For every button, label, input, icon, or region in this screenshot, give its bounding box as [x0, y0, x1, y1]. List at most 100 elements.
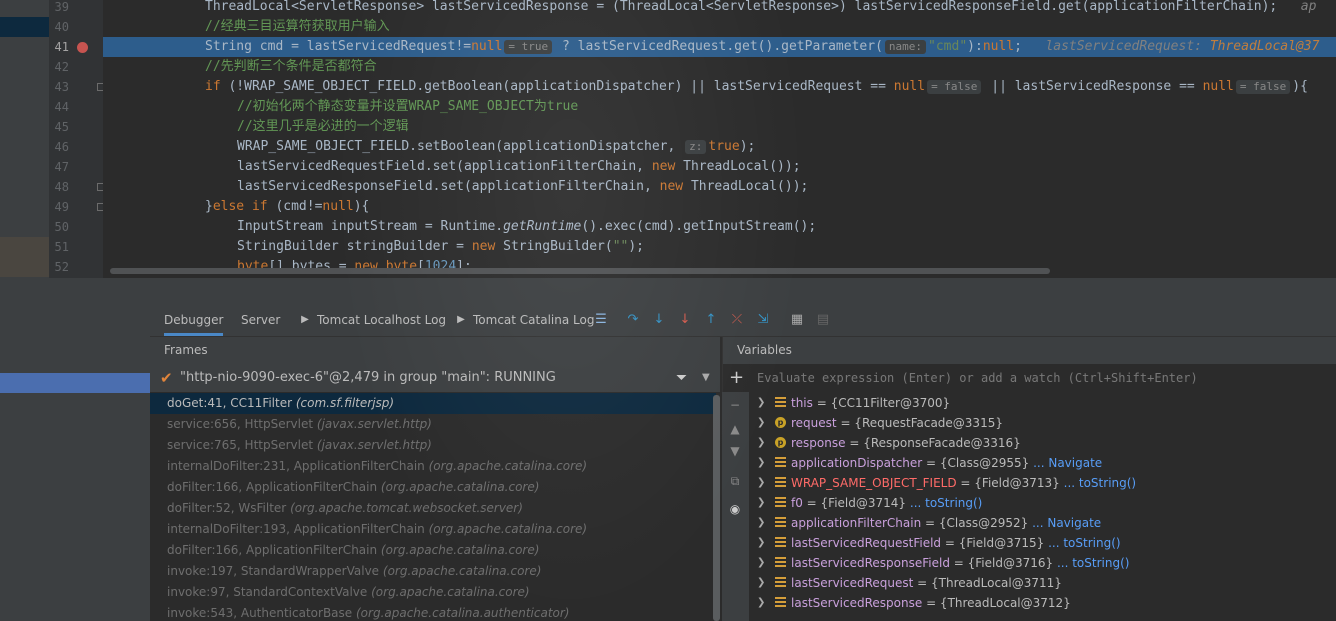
frame-item[interactable]: service:765, HttpServlet (javax.servlet.… — [150, 435, 716, 456]
parameter-icon: p — [775, 417, 786, 428]
code-text: ? lastServicedRequest.get().getParameter… — [554, 39, 883, 54]
eye-icon[interactable]: ◉ — [728, 502, 742, 516]
thread-selector[interactable]: ✔ "http-nio-9090-exec-6"@2,479 in group … — [150, 364, 720, 393]
move-up-icon[interactable]: ▲ — [728, 422, 742, 436]
frame-item[interactable]: internalDoFilter:231, ApplicationFilterC… — [150, 456, 716, 477]
frame-method: service:656, HttpServlet — [167, 417, 314, 431]
add-watch-icon[interactable]: + — [729, 364, 744, 392]
chevron-right-icon[interactable]: ❯ — [757, 493, 765, 513]
code-comment: //经典三目运算符获取用户输入 — [205, 19, 390, 34]
evaluate-icon[interactable]: ▦ — [790, 313, 804, 327]
frame-package: (com.sf.filterjsp) — [295, 396, 395, 410]
step-into-icon[interactable]: ↓ — [652, 313, 666, 327]
evaluate-expression-input[interactable]: + Evaluate expression (Enter) or add a w… — [722, 364, 1336, 393]
variable-name: this — [791, 396, 813, 410]
code-comment: //这里几乎是必进的一个逻辑 — [237, 119, 409, 134]
inline-value: ap — [1300, 0, 1317, 14]
frame-item[interactable]: invoke:543, AuthenticatorBase (org.apach… — [150, 603, 716, 621]
drop-frame-icon[interactable]: ⤫ — [730, 313, 744, 327]
chevron-right-icon[interactable]: ❯ — [757, 593, 765, 613]
run-to-cursor-icon[interactable]: ⇲ — [756, 313, 770, 327]
line-number: 43 — [54, 80, 69, 94]
filter-icon[interactable]: ⏷ — [676, 364, 687, 392]
tostring-link[interactable]: ... toString() — [1053, 556, 1129, 570]
project-selected-item[interactable] — [0, 17, 49, 37]
chevron-right-icon[interactable]: ❯ — [757, 413, 765, 433]
console-icon: ▶ — [301, 314, 309, 325]
chevron-right-icon[interactable]: ❯ — [757, 393, 765, 413]
frame-method: internalDoFilter:231, ApplicationFilterC… — [167, 459, 425, 473]
evaluate-placeholder: Evaluate expression (Enter) or add a wat… — [757, 371, 1198, 385]
chevron-right-icon[interactable]: ❯ — [757, 433, 765, 453]
code-text: (!WRAP_SAME_OBJECT_FIELD.getBoolean(appl… — [220, 79, 894, 94]
string-literal: "cmd" — [928, 39, 968, 54]
chevron-right-icon[interactable]: ❯ — [757, 513, 765, 533]
frame-method: invoke:97, StandardContextValve — [167, 585, 368, 599]
editor-horizontal-scrollbar[interactable] — [110, 268, 1050, 274]
frames-scrollbar[interactable] — [713, 395, 720, 621]
console-icon: ▶ — [457, 314, 465, 325]
code-text: ){ — [353, 199, 370, 214]
step-over-icon[interactable]: ↷ — [626, 313, 640, 327]
tab-tomcat-catalina-log[interactable]: Tomcat Catalina Log — [473, 305, 594, 336]
chevron-right-icon[interactable]: ❯ — [757, 473, 765, 493]
remove-icon[interactable]: − — [728, 398, 742, 412]
keyword: null — [471, 39, 503, 54]
field-icon — [775, 397, 786, 408]
navigate-link[interactable]: ... Navigate — [1028, 516, 1101, 530]
chevron-right-icon[interactable]: ❯ — [757, 573, 765, 593]
step-out-icon[interactable]: ↑ — [704, 313, 718, 327]
frame-item[interactable]: doFilter:52, WsFilter (org.apache.tomcat… — [150, 498, 716, 519]
code-text: lastServicedRequestField.set(application… — [237, 159, 652, 174]
code-line: lastServicedResponseField.set(applicatio… — [103, 177, 1336, 197]
line-number: 44 — [54, 100, 69, 114]
frame-item[interactable]: doFilter:166, ApplicationFilterChain (or… — [150, 540, 716, 561]
project-item[interactable] — [0, 237, 49, 277]
copy-icon[interactable]: ⧉ — [728, 474, 742, 488]
breakpoint-icon[interactable] — [77, 42, 88, 53]
tab-debugger[interactable]: Debugger — [164, 305, 224, 336]
inlay-hint: = true — [504, 40, 553, 54]
frame-item[interactable]: doFilter:166, ApplicationFilterChain (or… — [150, 477, 716, 498]
chevron-right-icon[interactable]: ❯ — [757, 553, 765, 573]
code-comment: //初始化两个静态变量并设置WRAP_SAME_OBJECT为true — [237, 99, 579, 114]
variable-entry: f0 = {Field@3714} ... toString() — [791, 493, 982, 513]
tostring-link[interactable]: ... toString() — [1044, 536, 1120, 550]
chevron-right-icon[interactable]: ❯ — [757, 453, 765, 473]
force-step-into-icon[interactable]: ↓ — [678, 313, 692, 327]
tab-server[interactable]: Server — [241, 305, 280, 336]
frame-item[interactable]: invoke:197, StandardWrapperValve (org.ap… — [150, 561, 716, 582]
variable-value: = {Field@3716} — [949, 556, 1054, 570]
tostring-link[interactable]: ... toString() — [1060, 476, 1136, 490]
code-line: InputStream inputStream = Runtime.getRun… — [103, 217, 1336, 237]
chevron-right-icon[interactable]: ❯ — [757, 533, 765, 553]
panel-divider[interactable] — [0, 278, 1336, 305]
frame-item[interactable]: doGet:41, CC11Filter (com.sf.filterjsp) — [150, 393, 716, 414]
frame-item[interactable]: service:656, HttpServlet (javax.servlet.… — [150, 414, 716, 435]
code-editor[interactable]: ThreadLocal<ServletResponse> lastService… — [103, 0, 1336, 278]
variable-value: = {RequestFacade@3315} — [836, 416, 1003, 430]
tab-tomcat-localhost-log[interactable]: Tomcat Localhost Log — [317, 305, 446, 336]
field-icon — [775, 457, 786, 468]
chevron-down-icon[interactable]: ▼ — [702, 364, 710, 392]
frame-item[interactable]: invoke:97, StandardContextValve (org.apa… — [150, 582, 716, 603]
line-number: 50 — [54, 220, 69, 234]
structure-selected-item[interactable] — [0, 373, 150, 393]
code-line-current: String cmd = lastServicedRequest!=null = … — [103, 37, 1336, 57]
frame-package: (javax.servlet.http) — [316, 417, 432, 431]
field-icon — [775, 477, 786, 488]
frame-item[interactable]: internalDoFilter:193, ApplicationFilterC… — [150, 519, 716, 540]
string-literal: "" — [612, 239, 629, 254]
code-text: lastServicedResponseField.set(applicatio… — [237, 179, 660, 194]
variable-name: lastServicedRequest — [791, 576, 914, 590]
keyword: new — [471, 239, 496, 254]
navigate-link[interactable]: ... Navigate — [1029, 456, 1102, 470]
variables-tree: ❯ this = {CC11Filter@3700} ❯ p request = {R… — [749, 392, 1336, 621]
menu-icon[interactable]: ☰ — [594, 313, 608, 327]
frames-header: Frames — [150, 337, 720, 364]
trace-icon[interactable]: ▤ — [816, 313, 830, 327]
field-icon — [775, 517, 786, 528]
tostring-link[interactable]: ... toString() — [906, 496, 982, 510]
move-down-icon[interactable]: ▼ — [728, 444, 742, 458]
code-comment: //先判断三个条件是否都符合 — [205, 59, 377, 74]
